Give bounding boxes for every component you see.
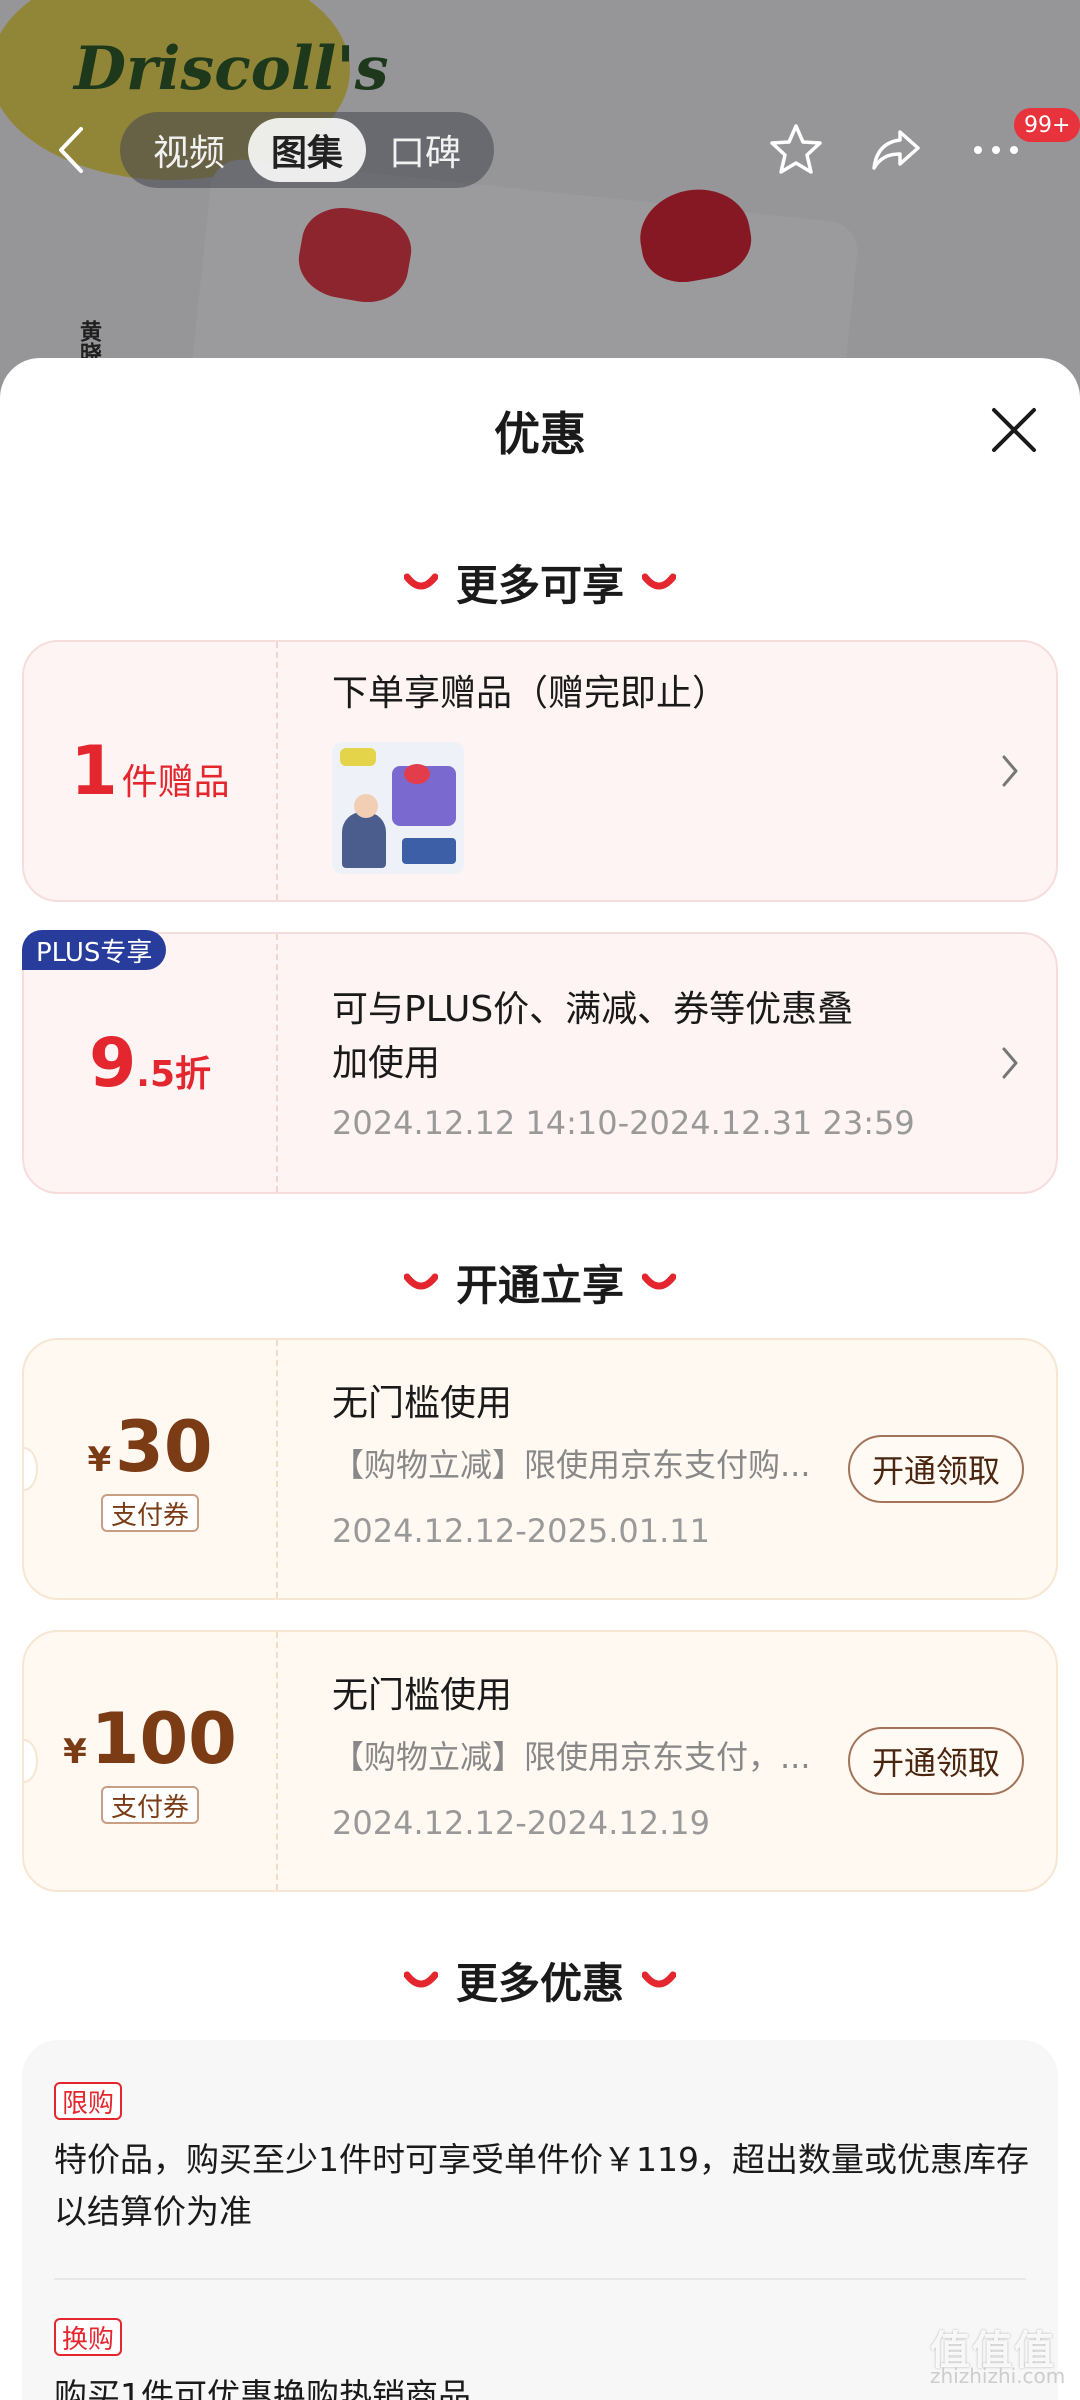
coupon-description: 【购物立减】限使用京东支付，... xyxy=(332,1738,811,1776)
gift-product-thumbnail[interactable] xyxy=(332,742,464,874)
discount-value: 9 xyxy=(88,1023,137,1103)
coupon-title: 无门槛使用 xyxy=(332,1383,513,1424)
media-tab-switch: 视频 图集 口碑 xyxy=(120,112,494,188)
coupon-validity-date: 2024.12.12-2024.12.19 xyxy=(332,1804,710,1842)
currency-symbol: ¥ xyxy=(87,1440,112,1480)
section-title-text: 更多优惠 xyxy=(455,1959,624,2008)
coupon-details: 无门槛使用 【购物立减】限使用京东支付购... 2024.12.12-2025.… xyxy=(312,1340,1056,1598)
chevron-left-icon xyxy=(59,127,83,173)
section-title-text: 开通立享 xyxy=(455,1261,624,1310)
discount-unit: .5折 xyxy=(136,1053,212,1095)
smile-decoration-icon xyxy=(642,573,676,589)
section-title-text: 更多可享 xyxy=(455,561,624,610)
plus-description-line2: 加使用 xyxy=(332,1043,441,1084)
divider xyxy=(54,2278,1026,2280)
tab-reviews[interactable]: 口碑 xyxy=(366,118,484,182)
limited-purchase-tag: 限购 xyxy=(54,2082,123,2120)
coupon-type-tag: 支付券 xyxy=(100,1494,199,1532)
overlay-shade[interactable] xyxy=(0,0,1080,420)
smile-decoration-icon xyxy=(403,573,438,589)
coupon-amount-block: ¥ 100 支付券 xyxy=(24,1632,278,1890)
smile-decoration-icon xyxy=(642,1273,676,1289)
gift-unit: 件赠品 xyxy=(121,761,230,803)
share-icon xyxy=(872,130,920,170)
coupon-type-tag: 支付券 xyxy=(100,1786,199,1824)
plus-details: 可与PLUS价、满减、券等优惠叠 加使用 2024.12.12 14:10-20… xyxy=(312,934,1056,1192)
close-icon xyxy=(992,408,1036,452)
plus-exclusive-tag: PLUS专享 xyxy=(22,930,167,970)
tab-gallery[interactable]: 图集 xyxy=(248,118,366,182)
plus-description-line1: 可与PLUS价、满减、券等优惠叠 xyxy=(332,989,854,1030)
chevron-right-icon xyxy=(1002,1047,1018,1079)
gift-details: 下单享赠品（赠完即止） xyxy=(312,642,1056,900)
smile-decoration-icon xyxy=(403,1971,438,1987)
star-icon xyxy=(770,124,822,174)
coupon-card[interactable]: ¥ 100 支付券 无门槛使用 【购物立减】限使用京东支付，... 2024.1… xyxy=(22,1630,1058,1892)
product-background: Driscoll's 黄晓 视频 图集 口碑 99+ xyxy=(0,0,1080,420)
back-button[interactable] xyxy=(40,120,100,180)
sheet-title: 优惠 xyxy=(494,407,586,461)
top-navigation: 视频 图集 口碑 99+ xyxy=(0,100,1080,200)
favorite-button[interactable] xyxy=(764,118,828,182)
gift-offer-card[interactable]: 1 件赠品 下单享赠品（赠完即止） xyxy=(22,640,1058,902)
trade-in-tag: 换购 xyxy=(54,2318,123,2356)
gift-count: 1 xyxy=(70,731,118,811)
close-button[interactable] xyxy=(986,402,1042,458)
more-offers-list: 限购 特价品，购买至少1件时可享受单件价￥119，超出数量或优惠库存 以结算价为… xyxy=(22,2040,1058,2400)
share-button[interactable] xyxy=(864,118,928,182)
coupon-amount: 100 xyxy=(90,1698,237,1780)
coupon-card[interactable]: ¥ 30 支付券 无门槛使用 【购物立减】限使用京东支付购... 2024.12… xyxy=(22,1338,1058,1600)
gift-description: 下单享赠品（赠完即止） xyxy=(332,673,729,714)
offer-description-line1: 购买1件可优惠换购热销商品 xyxy=(54,2376,471,2400)
section-title-more-benefits: 更多可享 xyxy=(0,552,1080,613)
coupon-amount-block: ¥ 30 支付券 xyxy=(24,1340,278,1598)
gift-summary: 1 件赠品 xyxy=(24,642,278,900)
plus-discount-card[interactable]: 9 .5折 可与PLUS价、满减、券等优惠叠 加使用 2024.12.12 14… xyxy=(22,932,1058,1194)
list-item[interactable]: 限购 特价品，购买至少1件时可享受单件价￥119，超出数量或优惠库存 以结算价为… xyxy=(54,2082,1034,2238)
coupon-title: 无门槛使用 xyxy=(332,1675,513,1716)
currency-symbol: ¥ xyxy=(63,1732,87,1772)
section-title-activate-benefits: 开通立享 xyxy=(0,1252,1080,1313)
offer-description-line2: 以结算价为准 xyxy=(54,2192,252,2231)
watermark-url: zhizhizhi.com xyxy=(930,2364,1066,2388)
smile-decoration-icon xyxy=(403,1273,438,1289)
plus-discount-summary: 9 .5折 xyxy=(24,934,278,1192)
coupon-amount: 30 xyxy=(115,1406,213,1488)
coupon-description: 【购物立减】限使用京东支付购... xyxy=(332,1446,811,1484)
offer-description-line1: 特价品，购买至少1件时可享受单件价￥119，超出数量或优惠库存 xyxy=(54,2140,1029,2179)
message-count-badge: 99+ xyxy=(1014,108,1080,142)
activate-claim-button[interactable]: 开通领取 xyxy=(847,1435,1024,1503)
list-item[interactable]: 换购 购买1件可优惠换购热销商品 xyxy=(54,2318,471,2400)
tab-video[interactable]: 视频 xyxy=(130,118,248,182)
plus-validity-date: 2024.12.12 14:10-2024.12.31 23:59 xyxy=(332,1104,915,1142)
section-title-more-offers: 更多优惠 xyxy=(0,1950,1080,2011)
smile-decoration-icon xyxy=(642,1971,676,1987)
activate-claim-button[interactable]: 开通领取 xyxy=(847,1727,1024,1795)
coupon-validity-date: 2024.12.12-2025.01.11 xyxy=(332,1512,710,1550)
coupon-details: 无门槛使用 【购物立减】限使用京东支付，... 2024.12.12-2024.… xyxy=(312,1632,1056,1890)
chevron-right-icon xyxy=(1002,755,1018,787)
